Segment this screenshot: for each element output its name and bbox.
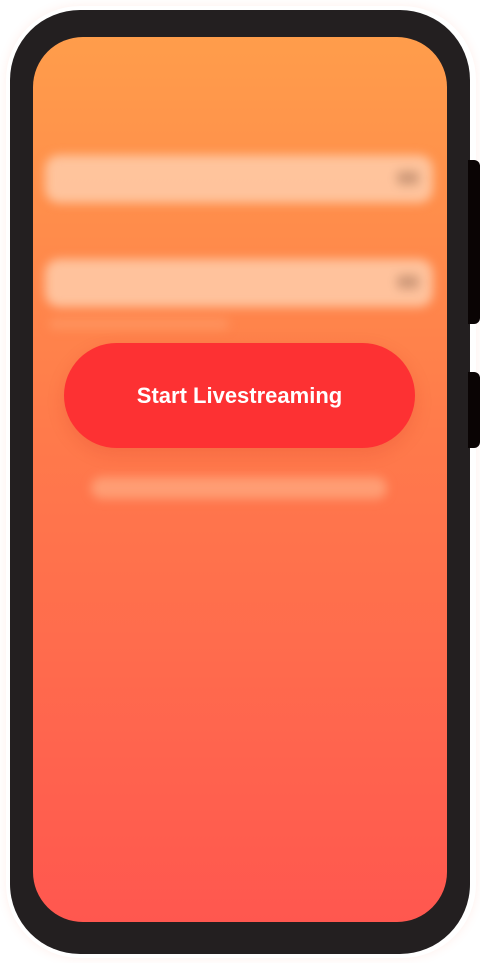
start-livestreaming-button[interactable]: Start Livestreaming bbox=[64, 343, 415, 448]
input-field-2 bbox=[45, 259, 433, 307]
helper-text bbox=[49, 319, 229, 329]
blurred-background-content bbox=[33, 37, 447, 922]
phone-screen: Start Livestreaming bbox=[33, 37, 447, 922]
power-button bbox=[468, 372, 480, 448]
stage: Start Livestreaming bbox=[0, 0, 480, 963]
input-field-1 bbox=[45, 155, 433, 203]
volume-button bbox=[468, 160, 480, 324]
footer-link bbox=[91, 477, 387, 499]
field-2-icon bbox=[397, 275, 419, 289]
field-1-icon bbox=[397, 171, 419, 185]
